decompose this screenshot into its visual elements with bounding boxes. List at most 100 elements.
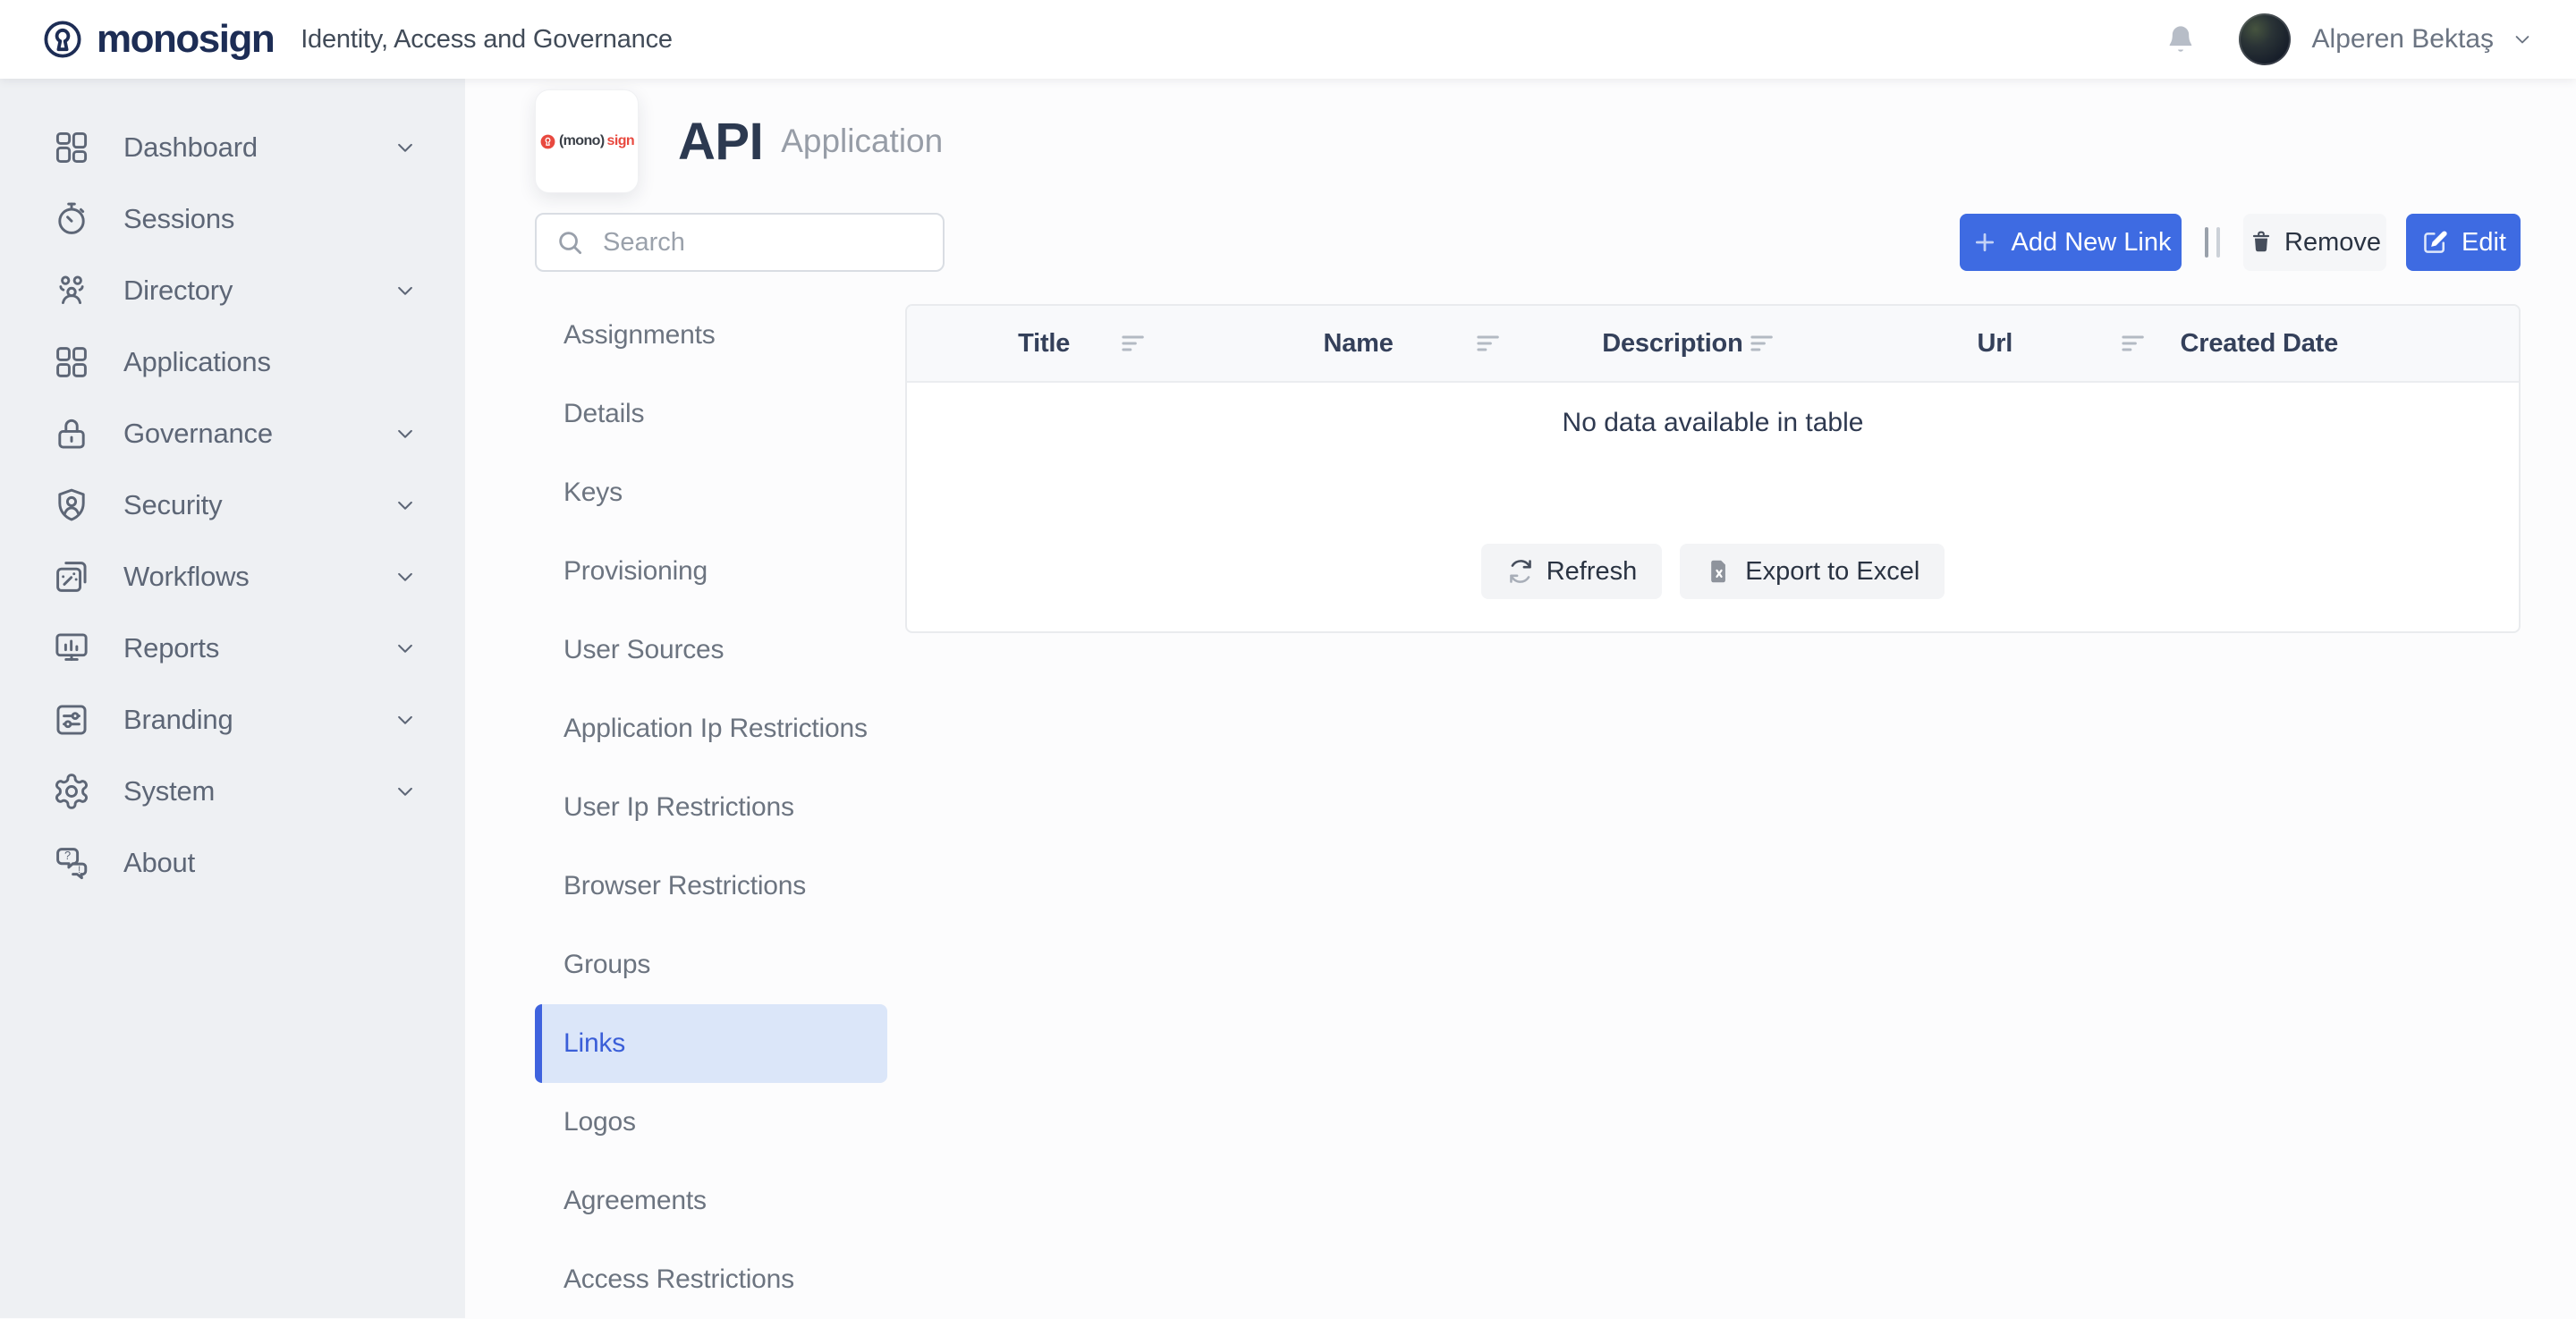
sidebar-item[interactable]: ?! About <box>0 827 465 899</box>
sidebar-item[interactable]: System <box>0 756 465 827</box>
search-box <box>535 213 945 272</box>
users-icon <box>52 271 91 310</box>
column-header[interactable]: Url <box>1809 306 2180 381</box>
search-input[interactable] <box>601 227 925 258</box>
application-logo: (mono) sign <box>539 133 634 150</box>
sidebar-item-label: Reports <box>123 632 219 664</box>
column-label: Description <box>1602 329 1742 359</box>
table-header-row: Title Name Description Url <box>907 306 2519 383</box>
page-title: API <box>678 112 763 172</box>
tab-item[interactable]: Details <box>535 375 887 453</box>
tab-item[interactable]: Application Ip Restrictions <box>535 689 887 768</box>
chevron-down-icon <box>392 778 419 805</box>
sidebar: Dashboard Sessions Directory Application… <box>0 79 465 1318</box>
lock-icon <box>52 414 91 453</box>
sort-lines-icon <box>1116 326 1150 360</box>
grid-icon <box>52 342 91 382</box>
remove-label: Remove <box>2284 228 2381 258</box>
sidebar-item[interactable]: Applications <box>0 326 465 398</box>
toolbar-divider <box>2205 227 2220 258</box>
monosign-badge-icon <box>539 133 556 150</box>
sidebar-item[interactable]: Sessions <box>0 183 465 255</box>
tab-label: Provisioning <box>564 556 708 587</box>
header-right: Alperen Bektaş <box>2164 13 2535 65</box>
sidebar-item-label: Security <box>123 489 222 521</box>
refresh-button[interactable]: Refresh <box>1481 544 1663 599</box>
edit-button[interactable]: Edit <box>2406 214 2521 271</box>
tab-item[interactable]: Assignments <box>535 296 887 375</box>
tab-label: Links <box>564 1028 625 1059</box>
tab-item[interactable]: Keys <box>535 453 887 532</box>
workflow-icon <box>52 557 91 596</box>
sort-lines-icon <box>1471 326 1505 360</box>
tab-label: User Ip Restrictions <box>564 792 794 823</box>
sidebar-item-label: Governance <box>123 418 273 450</box>
edit-pencil-icon <box>2420 228 2449 257</box>
keyhole-icon <box>41 18 84 61</box>
tab-label: Details <box>564 399 644 429</box>
column-label: Created Date <box>2181 329 2339 359</box>
shield-user-icon <box>52 486 91 525</box>
export-to-excel-button[interactable]: Export to Excel <box>1680 544 1945 599</box>
sidebar-item[interactable]: Governance <box>0 398 465 469</box>
sidebar-item-label: Applications <box>123 346 271 378</box>
sidebar-item-label: Workflows <box>123 561 250 593</box>
bell-icon[interactable] <box>2164 21 2198 57</box>
user-avatar[interactable] <box>2239 13 2291 65</box>
column-header[interactable]: Created Date <box>2181 306 2339 381</box>
tab-item[interactable]: User Ip Restrictions <box>535 768 887 847</box>
user-menu[interactable]: Alperen Bektaş <box>2312 24 2535 55</box>
chevron-down-icon <box>392 706 419 733</box>
column-header[interactable]: Description <box>1536 306 1809 381</box>
toolbar-buttons: Add New Link Remove Edit <box>1960 213 2521 272</box>
brand-wordmark: monosign <box>97 20 274 59</box>
tab-item[interactable]: Links <box>535 1004 887 1083</box>
sidebar-item[interactable]: Reports <box>0 613 465 684</box>
stopwatch-icon <box>52 199 91 239</box>
svg-text:?: ? <box>64 849 71 862</box>
table-actions: Refresh Export to Excel <box>907 544 2519 599</box>
tab-item[interactable]: Provisioning <box>535 532 887 611</box>
chat-question-icon: ?! <box>52 843 91 883</box>
main-content: (mono) sign API Application Add New Link… <box>465 79 2576 1318</box>
sidebar-item-label: Directory <box>123 275 233 307</box>
tab-item[interactable]: Browser Restrictions <box>535 847 887 926</box>
chevron-down-icon <box>392 635 419 662</box>
tab-item[interactable]: Access Restrictions <box>535 1240 887 1319</box>
chevron-down-icon <box>392 134 419 161</box>
table-body: No data available in table Refresh Expor… <box>907 383 2519 599</box>
column-header[interactable]: Name <box>1181 306 1535 381</box>
column-label: Url <box>1977 329 2012 359</box>
remove-button[interactable]: Remove <box>2243 214 2386 271</box>
tab-item[interactable]: Logos <box>535 1083 887 1162</box>
gear-icon <box>52 772 91 811</box>
tab-item[interactable]: Groups <box>535 926 887 1004</box>
logo-suffix: sign <box>607 133 635 149</box>
tab-item[interactable]: User Sources <box>535 611 887 689</box>
tab-item[interactable]: Agreements <box>535 1162 887 1240</box>
add-new-link-button[interactable]: Add New Link <box>1960 214 2182 271</box>
dashboard-icon <box>52 128 91 167</box>
export-label: Export to Excel <box>1745 557 1919 587</box>
brand: monosign Identity, Access and Governance <box>41 18 673 61</box>
edit-label: Edit <box>2462 228 2506 258</box>
refresh-icon <box>1506 557 1535 586</box>
sidebar-item[interactable]: Workflows <box>0 541 465 613</box>
chevron-down-icon <box>2510 27 2535 52</box>
sort-lines-icon <box>2116 326 2150 360</box>
plus-icon <box>1970 228 1999 257</box>
sidebar-item[interactable]: Branding <box>0 684 465 756</box>
tab-label: Application Ip Restrictions <box>564 714 868 744</box>
column-header[interactable]: Title <box>907 306 1181 381</box>
sidebar-item[interactable]: Security <box>0 469 465 541</box>
tab-label: Browser Restrictions <box>564 871 806 901</box>
application-tabs: Assignments Details Keys Provisioning Us… <box>535 296 887 1319</box>
tab-label: User Sources <box>564 635 724 665</box>
sidebar-item[interactable]: Directory <box>0 255 465 326</box>
sidebar-item[interactable]: Dashboard <box>0 112 465 183</box>
sidebar-item-label: Sessions <box>123 203 234 235</box>
empty-table-message: No data available in table <box>907 408 2519 438</box>
sidebar-item-label: About <box>123 847 195 879</box>
sidebar-item-label: Branding <box>123 704 233 736</box>
application-logo-card: (mono) sign <box>535 89 639 193</box>
